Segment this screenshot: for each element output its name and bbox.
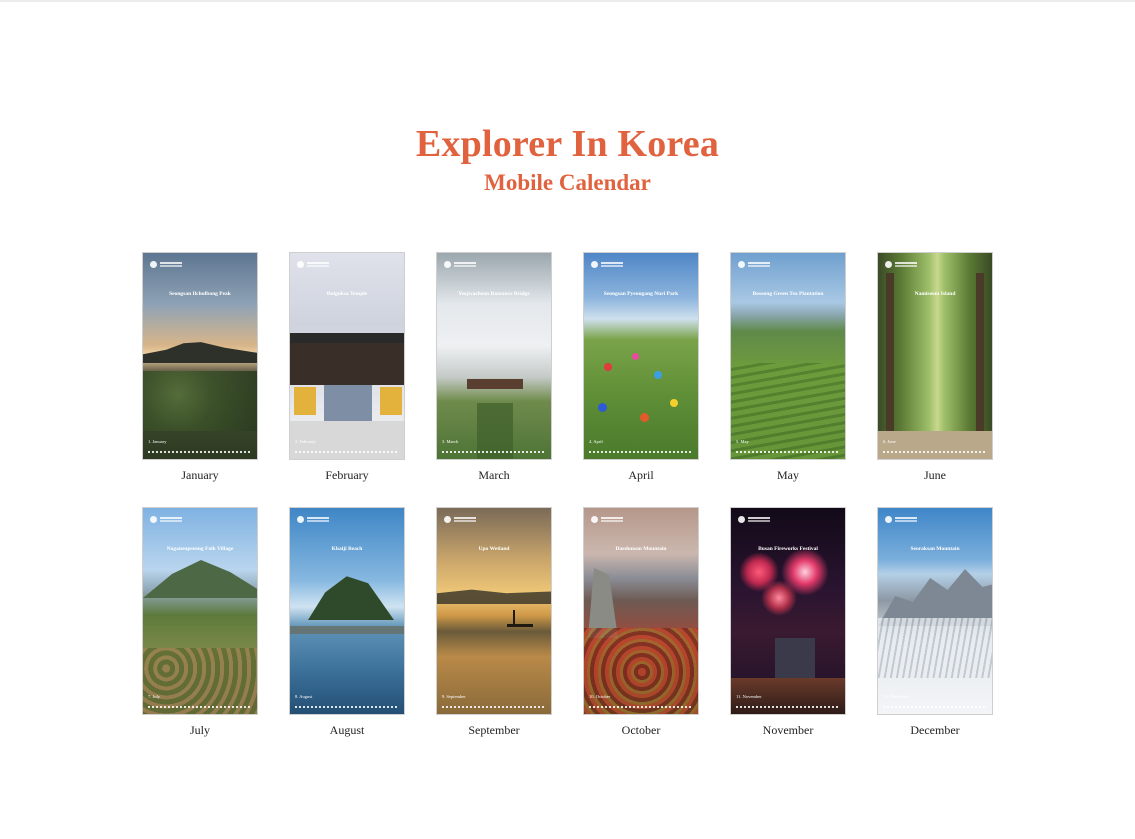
calendar-card-february[interactable]: Bulguksa Temple 2. February February [289, 252, 405, 483]
logo-text-mark [895, 517, 917, 519]
place-name: Boseong Green Tea Plantation [752, 291, 824, 297]
place-name: Bulguksa Temple [326, 291, 368, 297]
calendar-image-may[interactable]: Boseong Green Tea Plantation 5. May [730, 252, 846, 460]
calendar-card-april[interactable]: Seongsan Pyeongang Nuri Park 4. April Ap… [583, 252, 699, 483]
date-strip [736, 451, 840, 453]
month-caption: April [628, 468, 654, 482]
logo-text-mark [454, 262, 476, 264]
page-title: Explorer In Korea [415, 123, 720, 165]
logo-text-mark [748, 262, 770, 264]
calendar-card-july[interactable]: Naganeupseong Folk Village 7. July July [142, 507, 258, 738]
month-caption: July [189, 723, 210, 737]
logo-text-mark [307, 262, 329, 264]
month-caption: May [777, 468, 799, 482]
logo-text-mark [748, 517, 770, 519]
calendar-image-august[interactable]: Khaiji Beach 8. August [289, 507, 405, 715]
month-label: 3. March [442, 439, 459, 444]
calendar-card-december[interactable]: Seoraksan Mountain 12. December December [877, 507, 993, 738]
calendar-image-march[interactable]: Yeojwacheon Romance Bridge 3. March [436, 252, 552, 460]
logo-icon [591, 261, 598, 268]
calendar-image-february[interactable]: Bulguksa Temple 2. February [289, 252, 405, 460]
month-label: 4. April [589, 439, 603, 444]
calendar-image-december[interactable]: Seoraksan Mountain 12. December [877, 507, 993, 715]
logo-icon [150, 261, 157, 268]
place-name: Seoraksan Mountain [910, 546, 960, 552]
month-caption: December [910, 723, 960, 737]
logo-text-mark [601, 262, 623, 264]
month-label: 11. November [736, 694, 762, 699]
calendar-image-june[interactable]: Namiseom Island 6. June [877, 252, 993, 460]
calendar-image-september[interactable]: Upo Wetland 9. September [436, 507, 552, 715]
calendar-card-may[interactable]: Boseong Green Tea Plantation 5. May May [730, 252, 846, 483]
page-subtitle: Mobile Calendar [484, 170, 651, 195]
month-caption: November [762, 723, 814, 737]
month-caption: January [181, 468, 219, 482]
calendar-card-august[interactable]: Khaiji Beach 8. August August [289, 507, 405, 738]
date-strip [589, 706, 693, 708]
date-strip [295, 451, 399, 453]
place-name: Yeojwacheon Romance Bridge [458, 291, 530, 297]
calendar-image-november[interactable]: Busan Fireworks Festival 11. November [730, 507, 846, 715]
month-label: 7. July [148, 694, 161, 699]
month-caption: March [478, 468, 510, 482]
logo-icon [444, 261, 451, 268]
logo-text-mark [160, 517, 182, 519]
logo-text-mark [895, 262, 917, 264]
date-strip [295, 706, 399, 708]
logo-text-mark [601, 517, 623, 519]
calendar-image-january[interactable]: Seongsan Ilchulbong Peak 1. January [142, 252, 258, 460]
calendar-card-january[interactable]: Seongsan Ilchulbong Peak 1. January Janu… [142, 252, 258, 483]
place-name: Seongsan Pyeongang Nuri Park [603, 291, 679, 297]
month-caption: September [468, 723, 520, 737]
month-caption: February [325, 468, 369, 482]
calendar-card-october[interactable]: Daedunsan Mountain 10. October October [583, 507, 699, 738]
logo-icon [885, 516, 892, 523]
date-strip [589, 451, 693, 453]
date-strip [148, 451, 252, 453]
month-label: 12. December [883, 694, 909, 699]
calendar-image-october[interactable]: Daedunsan Mountain 10. October [583, 507, 699, 715]
place-name: Namiseom Island [914, 291, 956, 297]
calendar-card-november[interactable]: Busan Fireworks Festival 11. November No… [730, 507, 846, 738]
date-strip [736, 706, 840, 708]
place-name: Naganeupseong Folk Village [166, 546, 234, 552]
date-strip [883, 706, 987, 708]
date-strip [148, 706, 252, 708]
logo-text-mark [454, 517, 476, 519]
top-divider [0, 0, 1135, 2]
calendar-image-april[interactable]: Seongsan Pyeongang Nuri Park 4. April [583, 252, 699, 460]
month-label: 10. October [589, 694, 611, 699]
logo-icon [738, 516, 745, 523]
date-strip [442, 451, 546, 453]
logo-icon [444, 516, 451, 523]
calendar-card-september[interactable]: Upo Wetland 9. September September [436, 507, 552, 738]
place-name: Upo Wetland [478, 546, 510, 552]
date-strip [883, 451, 987, 453]
logo-text-mark [307, 517, 329, 519]
logo-text-mark [160, 262, 182, 264]
month-label: 1. January [148, 439, 167, 444]
month-label: 8. August [295, 694, 313, 699]
logo-icon [885, 261, 892, 268]
calendar-card-june[interactable]: Namiseom Island 6. June June [877, 252, 993, 483]
month-caption: October [621, 723, 661, 737]
logo-icon [297, 516, 304, 523]
place-name: Seongsan Ilchulbong Peak [169, 291, 231, 297]
month-caption: August [329, 723, 365, 737]
month-label: 9. September [442, 694, 466, 699]
calendar-image-july[interactable]: Naganeupseong Folk Village 7. July [142, 507, 258, 715]
month-caption: June [924, 468, 946, 482]
logo-icon [591, 516, 598, 523]
logo-icon [150, 516, 157, 523]
calendar-card-march[interactable]: Yeojwacheon Romance Bridge 3. March Marc… [436, 252, 552, 483]
place-name: Busan Fireworks Festival [758, 546, 818, 552]
place-name: Daedunsan Mountain [615, 546, 667, 552]
place-name: Khaiji Beach [331, 546, 363, 552]
logo-icon [297, 261, 304, 268]
date-strip [442, 706, 546, 708]
month-label: 5. May [736, 439, 749, 444]
logo-icon [738, 261, 745, 268]
month-label: 2. February [295, 439, 316, 444]
month-label: 6. June [883, 439, 896, 444]
